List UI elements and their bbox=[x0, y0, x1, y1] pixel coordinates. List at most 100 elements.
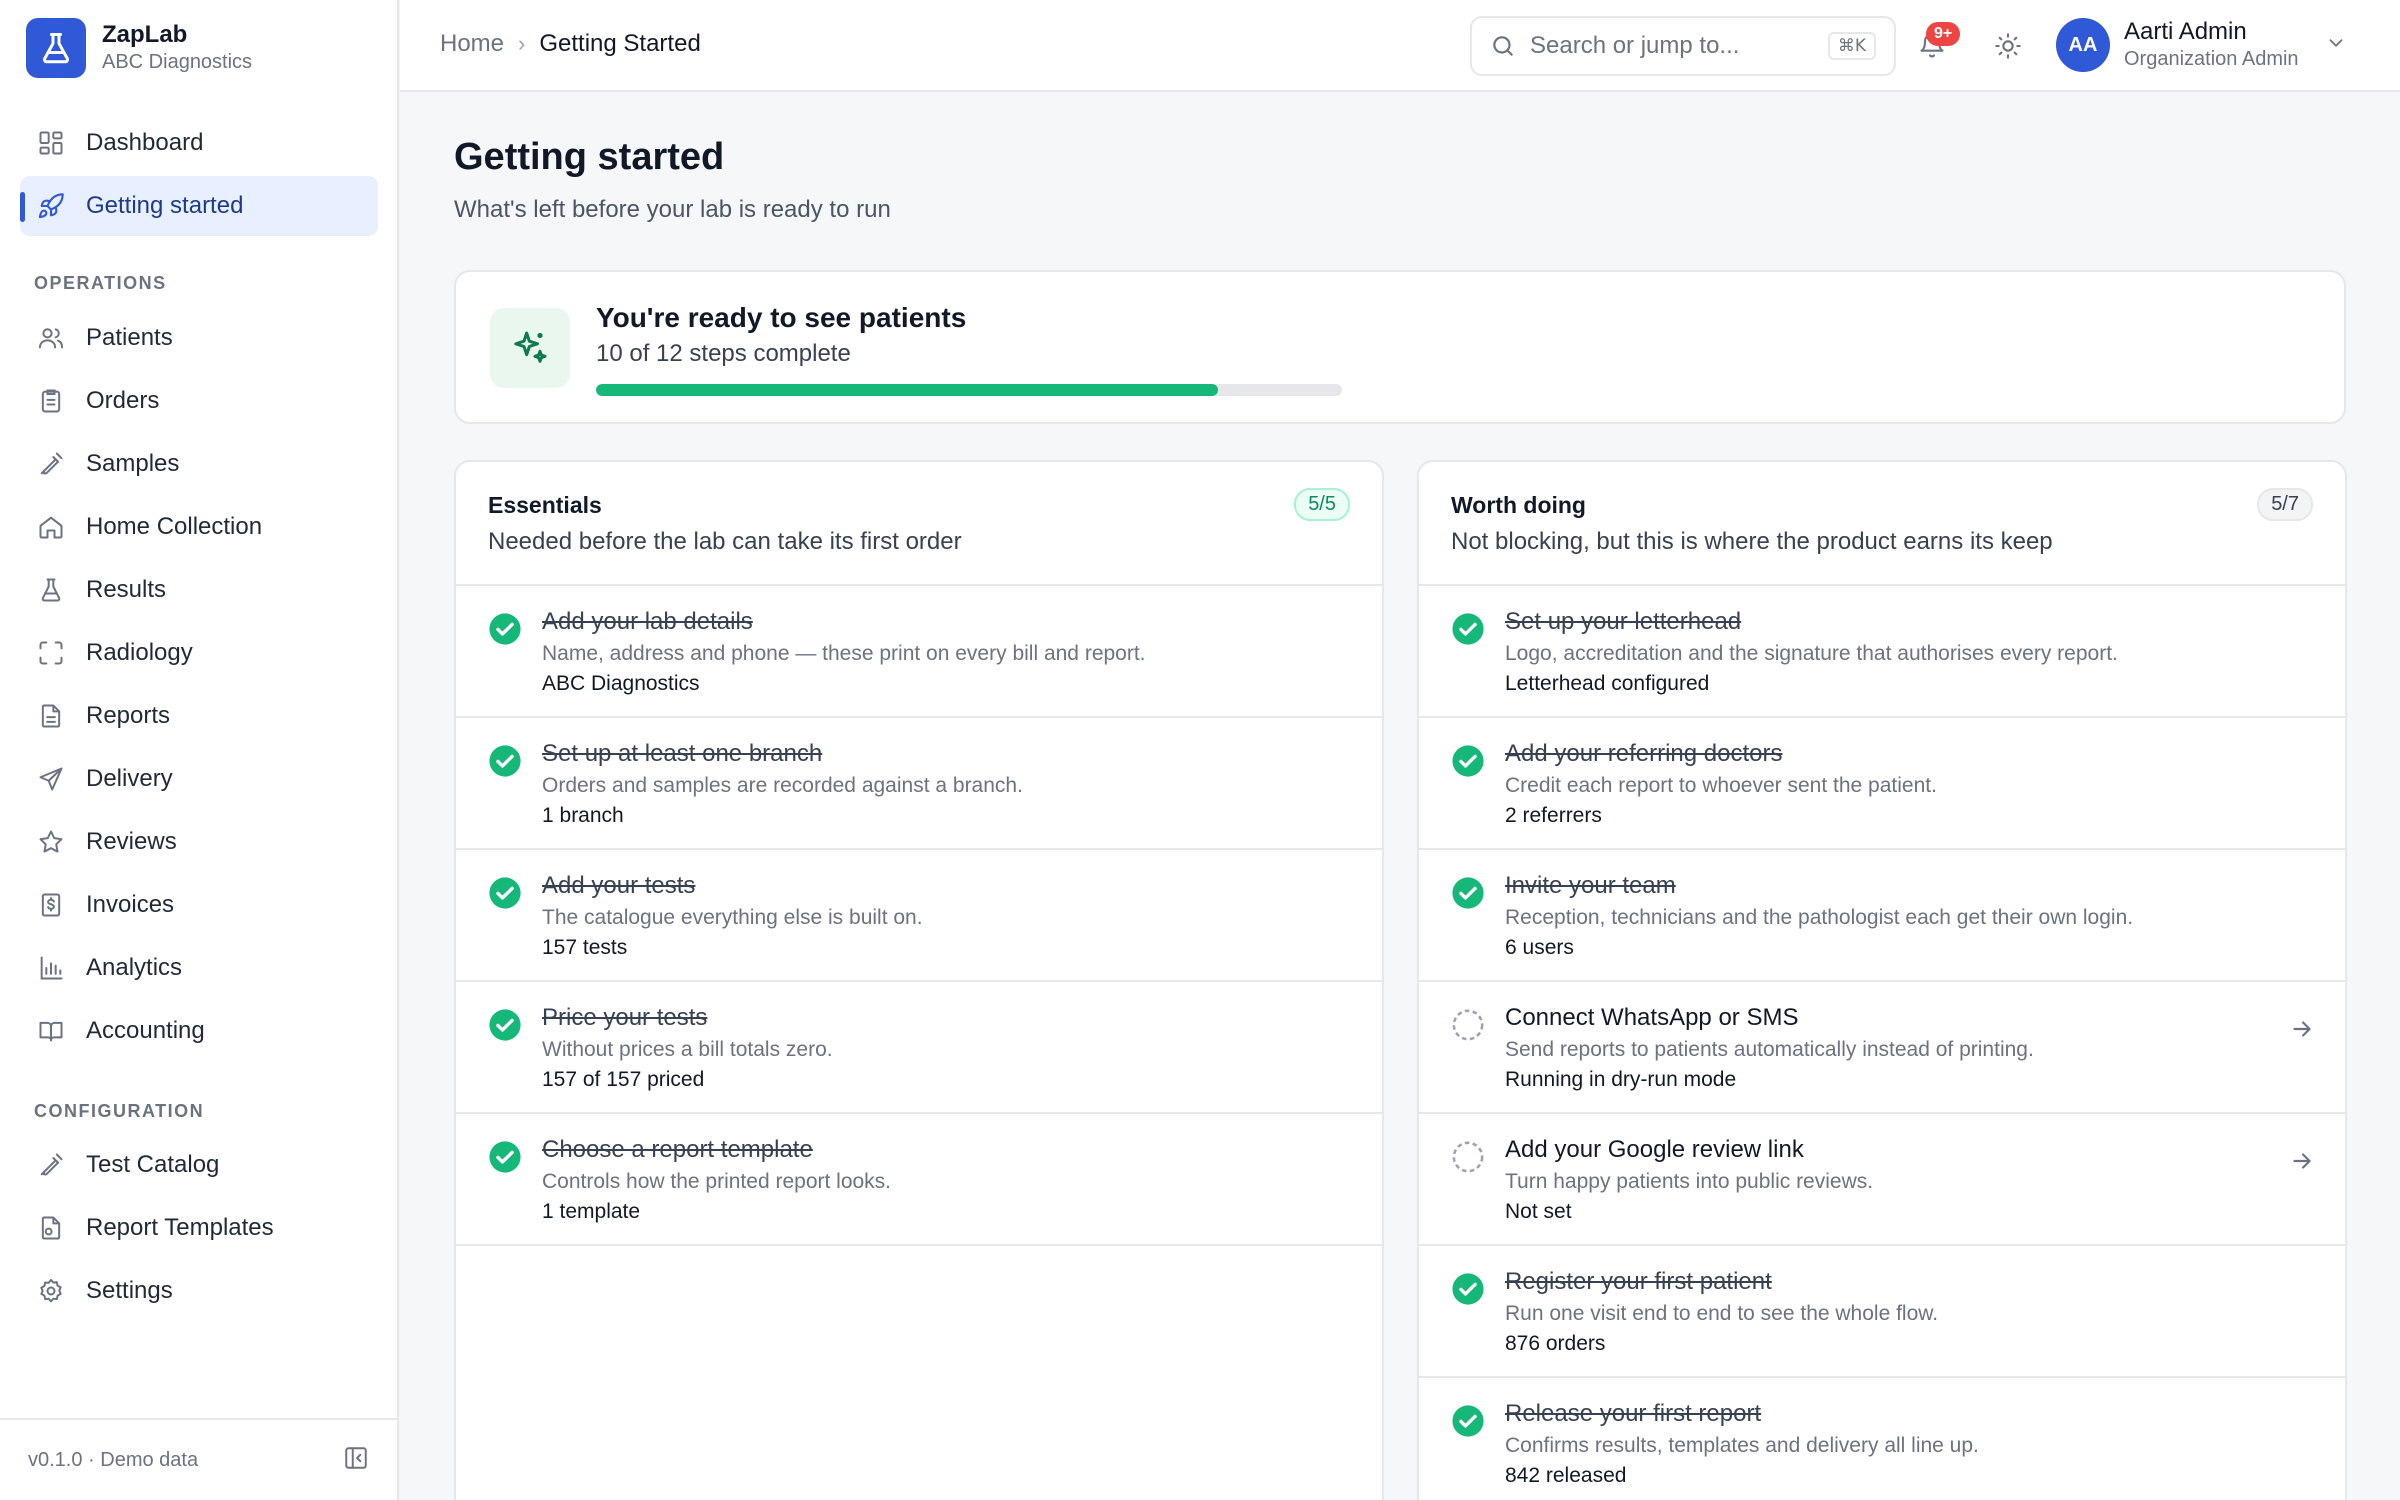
nav-label: Home Collection bbox=[86, 513, 263, 540]
brand[interactable]: ZapLab ABC Diagnostics bbox=[26, 18, 252, 78]
nav-label: Settings bbox=[86, 1277, 173, 1304]
nav-item-test-catalog[interactable]: Test Catalog bbox=[20, 1135, 378, 1195]
item-title: Add your lab details bbox=[542, 608, 753, 635]
item-meta: 157 tests bbox=[542, 936, 628, 959]
bar-chart-icon bbox=[36, 953, 66, 983]
item-title: Set up your letterhead bbox=[1505, 608, 1742, 635]
nav-item-results[interactable]: Results bbox=[20, 560, 378, 620]
search-input[interactable]: Search or jump to... ⌘K bbox=[1470, 16, 1896, 76]
nav-item-orders[interactable]: Orders bbox=[20, 371, 378, 431]
breadcrumb-home[interactable]: Home bbox=[440, 30, 504, 58]
checklist-item: Invite your team Reception, technicians a… bbox=[1419, 850, 2345, 982]
item-description: Turn happy patients into public reviews. bbox=[1505, 1170, 1874, 1193]
nav-item-invoices[interactable]: Invoices bbox=[20, 875, 378, 935]
collapse-sidebar-icon[interactable] bbox=[343, 1445, 369, 1476]
sparkles-icon bbox=[490, 308, 570, 388]
pipette-icon bbox=[36, 449, 66, 479]
item-meta: ABC Diagnostics bbox=[542, 672, 700, 695]
checklist-item: Set up your letterhead Logo, accreditatio… bbox=[1419, 586, 2345, 718]
item-description: Orders and samples are recorded against … bbox=[542, 774, 1023, 797]
item-title: Register your first patient bbox=[1505, 1268, 1772, 1295]
nav-item-report-templates[interactable]: Report Templates bbox=[20, 1198, 378, 1258]
nav-label: Getting started bbox=[86, 192, 244, 219]
item-description: Confirms results, templates and delivery… bbox=[1505, 1434, 1979, 1457]
flask-logo-icon bbox=[26, 18, 86, 78]
nav-label: Test Catalog bbox=[86, 1151, 220, 1178]
checklist-item: Register your first patient Run one visit… bbox=[1419, 1246, 2345, 1378]
arrow-right-icon[interactable] bbox=[2289, 1016, 2315, 1042]
item-title: Connect WhatsApp or SMS bbox=[1505, 1004, 1799, 1031]
version-label: v0.1.0 · Demo data bbox=[28, 1448, 199, 1471]
search-icon bbox=[1493, 36, 1513, 56]
sidebar-footer: v0.1.0 · Demo data bbox=[0, 1418, 397, 1500]
nav-item-analytics[interactable]: Analytics bbox=[20, 938, 378, 998]
book-open-icon bbox=[36, 1016, 66, 1046]
breadcrumb-current: Getting Started bbox=[539, 30, 701, 57]
pending-circle-icon bbox=[1451, 1008, 1485, 1042]
send-icon bbox=[36, 764, 66, 794]
nav-item-settings[interactable]: Settings bbox=[20, 1261, 378, 1321]
nav-label: Reports bbox=[86, 702, 171, 729]
checklist-item: Price your tests Without prices a bill to… bbox=[456, 982, 1382, 1114]
essentials-title: Essentials bbox=[488, 492, 602, 518]
home-icon bbox=[36, 512, 66, 542]
nav-label: Analytics bbox=[86, 954, 183, 981]
dashboard-grid-icon bbox=[36, 128, 66, 158]
progress-title: You're ready to see patients bbox=[596, 302, 967, 333]
user-menu[interactable]: AA Aarti Admin Organization Admin bbox=[2056, 18, 2347, 72]
item-meta: 876 orders bbox=[1505, 1332, 1606, 1355]
checklist-item: Release your first report Confirms result… bbox=[1419, 1378, 2345, 1500]
item-title: Add your referring doctors bbox=[1505, 740, 1783, 767]
item-meta: 1 template bbox=[542, 1200, 641, 1223]
item-description: Reception, technicians and the pathologi… bbox=[1505, 906, 2134, 929]
nav-item-samples[interactable]: Samples bbox=[20, 434, 378, 494]
rocket-icon bbox=[36, 191, 66, 221]
checklist-item[interactable]: Add your Google review link Turn happy pa… bbox=[1419, 1114, 2345, 1246]
nav-item-radiology[interactable]: Radiology bbox=[20, 623, 378, 683]
worth-doing-list: Set up your letterhead Logo, accreditatio… bbox=[1419, 586, 2345, 1500]
nav-item-accounting[interactable]: Accounting bbox=[20, 1001, 378, 1061]
nav-item-home-collection[interactable]: Home Collection bbox=[20, 497, 378, 557]
brand-name: ZapLab bbox=[102, 21, 188, 48]
worth-doing-header: Worth doing Not blocking, but this is wh… bbox=[1419, 462, 2345, 586]
check-circle-icon bbox=[1451, 876, 1485, 910]
item-description: The catalogue everything else is built o… bbox=[542, 906, 923, 929]
checklist-item: Add your tests The catalogue everything e… bbox=[456, 850, 1382, 982]
worth-doing-subtitle: Not blocking, but this is where the prod… bbox=[1451, 528, 2053, 555]
progress-card: You're ready to see patients 10 of 12 st… bbox=[454, 270, 2346, 424]
chevron-right-icon: › bbox=[518, 31, 526, 56]
chevron-down-icon bbox=[2325, 32, 2347, 59]
breadcrumb: Home › Getting Started bbox=[440, 30, 701, 58]
receipt-dollar-icon bbox=[36, 890, 66, 920]
nav-label: Invoices bbox=[86, 891, 175, 918]
file-settings-icon bbox=[36, 1213, 66, 1243]
progress-bar bbox=[596, 384, 1342, 396]
item-meta: 1 branch bbox=[542, 804, 624, 827]
nav-item-getting-started[interactable]: Getting started bbox=[20, 176, 378, 236]
checklist-item: Choose a report template Controls how the… bbox=[456, 1114, 1382, 1246]
item-title: Add your Google review link bbox=[1505, 1136, 1804, 1163]
checklist-item[interactable]: Connect WhatsApp or SMS Send reports to p… bbox=[1419, 982, 2345, 1114]
essentials-count-badge: 5/5 bbox=[1294, 488, 1350, 521]
nav-label: Samples bbox=[86, 450, 180, 477]
nav-label: Report Templates bbox=[86, 1214, 274, 1241]
item-description: Credit each report to whoever sent the p… bbox=[1505, 774, 1937, 797]
pending-circle-icon bbox=[1451, 1140, 1485, 1174]
nav-item-dashboard[interactable]: Dashboard bbox=[20, 113, 378, 173]
worth-doing-title: Worth doing bbox=[1451, 492, 1586, 518]
nav-item-delivery[interactable]: Delivery bbox=[20, 749, 378, 809]
search-shortcut: ⌘K bbox=[1827, 32, 1876, 60]
flask-icon bbox=[36, 575, 66, 605]
nav-label: Accounting bbox=[86, 1017, 205, 1044]
nav-item-reports[interactable]: Reports bbox=[20, 686, 378, 746]
nav-item-patients[interactable]: Patients bbox=[20, 308, 378, 368]
theme-toggle-sun-icon[interactable] bbox=[1990, 28, 2026, 64]
check-circle-icon bbox=[488, 1140, 522, 1174]
item-meta: Not set bbox=[1505, 1200, 1572, 1223]
essentials-header: Essentials Needed before the lab can tak… bbox=[456, 462, 1382, 586]
active-indicator bbox=[20, 192, 25, 222]
section-label-operations: OPERATIONS bbox=[34, 273, 167, 293]
star-icon bbox=[36, 827, 66, 857]
arrow-right-icon[interactable] bbox=[2289, 1148, 2315, 1174]
nav-item-reviews[interactable]: Reviews bbox=[20, 812, 378, 872]
